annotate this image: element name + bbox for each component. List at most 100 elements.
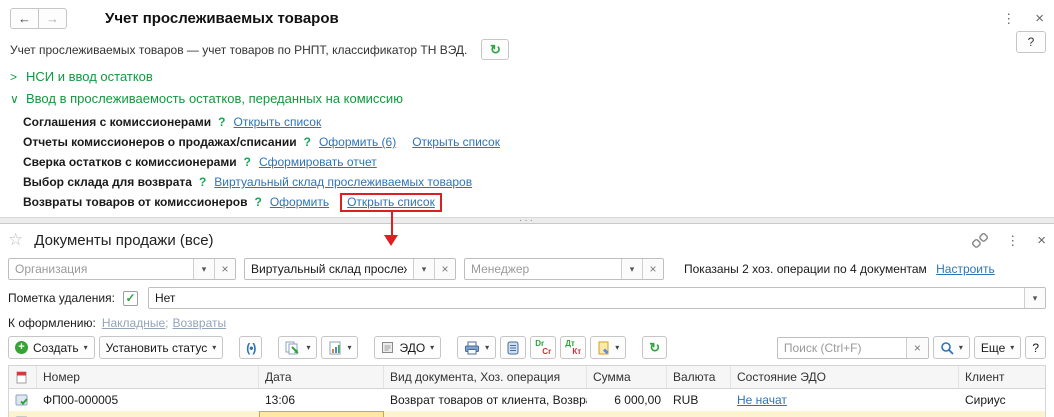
cell-date-active[interactable]: 13:06 bbox=[259, 411, 384, 417]
section-label: Ввод в прослеживаемость остатков, переда… bbox=[26, 91, 403, 106]
top-window-controls: ⋮ × bbox=[1002, 11, 1044, 26]
column-header-date[interactable]: Дата bbox=[259, 366, 384, 388]
create-button[interactable]: + Создать ▾ bbox=[8, 336, 95, 359]
edo-icon bbox=[381, 341, 394, 354]
registry-list-icon bbox=[507, 341, 519, 355]
dropdown-icon[interactable]: ▾ bbox=[413, 259, 434, 279]
filter-row: ▾ × ▾ × ▾ × Показаны 2 хоз. операции по … bbox=[8, 258, 1046, 280]
attach-file-button[interactable]: ▾ bbox=[590, 336, 627, 359]
refresh-button[interactable]: ↻ bbox=[481, 39, 510, 60]
shown-summary: Показаны 2 хоз. операции по 4 документам… bbox=[684, 262, 995, 276]
dropdown-icon: ▾ bbox=[1010, 343, 1015, 352]
list-help-button[interactable]: ? bbox=[1025, 336, 1046, 359]
column-header-currency[interactable]: Валюта bbox=[667, 366, 731, 388]
section-commission[interactable]: ∨ Ввод в прослеживаемость остатков, пере… bbox=[0, 91, 1054, 106]
search-input[interactable] bbox=[777, 337, 906, 358]
document-chart-icon bbox=[328, 341, 342, 355]
help-button[interactable]: ? bbox=[1016, 31, 1046, 53]
task-label: Сверка остатков с комиссионерами bbox=[23, 155, 237, 169]
dtkt-postings-button[interactable]: Дт Кт bbox=[560, 336, 587, 359]
to-process-label: К оформлению: bbox=[8, 316, 96, 330]
edo-state-link[interactable]: Не начат bbox=[737, 393, 787, 407]
question-icon[interactable]: ? bbox=[199, 175, 206, 189]
warehouse-filter: ▾ × bbox=[244, 258, 456, 280]
virtual-warehouse-link[interactable]: Виртуальный склад прослеживаемых товаров bbox=[214, 175, 472, 189]
column-header-edo[interactable]: Состояние ЭДО bbox=[731, 366, 959, 388]
posted-doc-icon bbox=[9, 411, 37, 417]
clear-icon[interactable]: × bbox=[434, 259, 455, 279]
configure-link[interactable]: Настроить bbox=[936, 262, 995, 276]
process-link[interactable]: Оформить bbox=[270, 195, 329, 209]
returns-link[interactable]: Возвраты bbox=[172, 316, 226, 330]
question-icon[interactable]: ? bbox=[244, 155, 251, 169]
chevron-down-icon: ∨ bbox=[10, 91, 19, 106]
invoices-link[interactable]: Накладные bbox=[102, 316, 165, 330]
more-button[interactable]: Еще ▾ bbox=[973, 336, 1022, 359]
dropdown-icon: ▾ bbox=[485, 343, 490, 352]
cell-sum: 6 000,00 bbox=[614, 393, 661, 407]
list-toolbar: + Создать ▾ Установить статус ▾ (•) ▾ ▾ … bbox=[8, 336, 1046, 359]
deletion-mark-input[interactable] bbox=[148, 288, 1024, 308]
drcr-postings-button[interactable]: Dr Cr bbox=[530, 336, 557, 359]
doc-state-column-icon[interactable] bbox=[9, 366, 37, 388]
cell-date: 13:06 bbox=[265, 393, 296, 407]
warehouse-input[interactable] bbox=[245, 259, 413, 279]
set-status-button[interactable]: Установить статус ▾ bbox=[98, 336, 224, 359]
edo-button[interactable]: ЭДО ▾ bbox=[374, 336, 442, 359]
section-nsi[interactable]: > НСИ и ввод остатков bbox=[0, 69, 1054, 84]
favorite-star-icon[interactable]: ☆ bbox=[8, 230, 23, 250]
link-icon[interactable] bbox=[972, 232, 989, 248]
organization-input[interactable] bbox=[9, 259, 193, 279]
question-icon[interactable]: ? bbox=[218, 115, 225, 129]
more-label: Еще bbox=[980, 340, 1006, 355]
nav-buttons: ← → bbox=[10, 8, 67, 29]
process-link[interactable]: Оформить (6) bbox=[319, 135, 396, 149]
column-header-doctype[interactable]: Вид документа, Хоз. операция bbox=[384, 366, 587, 388]
kebab-menu-icon[interactable]: ⋮ bbox=[1002, 12, 1015, 25]
dropdown-icon[interactable]: ▾ bbox=[621, 259, 642, 279]
back-button[interactable]: ← bbox=[10, 8, 39, 29]
kebab-menu-icon[interactable]: ⋮ bbox=[1006, 234, 1019, 247]
registry-button[interactable] bbox=[500, 336, 527, 359]
discussion-button[interactable]: (•) bbox=[239, 336, 263, 359]
chevron-right-icon: > bbox=[10, 69, 18, 84]
clear-icon[interactable]: × bbox=[642, 259, 663, 279]
dropdown-icon[interactable]: ▾ bbox=[1024, 288, 1045, 308]
list-title: Документы продажи (все) bbox=[34, 231, 214, 249]
close-icon[interactable]: × bbox=[1037, 233, 1046, 248]
bottom-header: ☆ Документы продажи (все) ⋮ × bbox=[8, 228, 1046, 252]
column-header-client[interactable]: Клиент bbox=[959, 366, 1045, 388]
question-icon[interactable]: ? bbox=[304, 135, 311, 149]
manager-input[interactable] bbox=[465, 259, 621, 279]
forward-button[interactable]: → bbox=[38, 8, 67, 29]
open-list-link[interactable]: Открыть список bbox=[234, 115, 322, 129]
table-row[interactable]: ФП00-000005 13:06 Возврат товаров от кли… bbox=[9, 389, 1045, 411]
deletion-mark-checkbox[interactable]: ✓ bbox=[122, 290, 138, 306]
column-header-sum[interactable]: Сумма bbox=[587, 366, 667, 388]
refresh-list-button[interactable]: ↻ bbox=[642, 336, 668, 359]
panel-splitter[interactable]: ··· bbox=[0, 215, 1054, 225]
create-based-on-button[interactable]: ▾ bbox=[278, 336, 318, 359]
cell-number: ФП00-000005 bbox=[43, 393, 119, 407]
open-list-link[interactable]: Открыть список bbox=[412, 135, 500, 149]
column-header-number[interactable]: Номер bbox=[37, 366, 259, 388]
close-icon[interactable]: × bbox=[1035, 11, 1044, 26]
dropdown-icon: ▾ bbox=[430, 343, 435, 352]
reports-button[interactable]: ▾ bbox=[321, 336, 359, 359]
clear-icon[interactable]: × bbox=[214, 259, 235, 279]
question-icon[interactable]: ? bbox=[254, 195, 261, 209]
clear-search-icon[interactable]: × bbox=[905, 337, 928, 358]
file-icon bbox=[597, 341, 610, 355]
print-button[interactable]: ▾ bbox=[457, 336, 497, 359]
task-label: Возвраты товаров от комиссионеров bbox=[23, 195, 248, 209]
dropdown-icon[interactable]: ▾ bbox=[193, 259, 214, 279]
dropdown-icon: ▾ bbox=[83, 343, 88, 352]
advanced-search-button[interactable]: ▾ bbox=[932, 336, 970, 359]
table-row-selected[interactable]: ФВ00-000015 13:06 Возврат товаров от кли… bbox=[9, 411, 1045, 417]
help-label: ? bbox=[1032, 340, 1039, 355]
generate-report-link[interactable]: Сформировать отчет bbox=[259, 155, 377, 169]
summary-text: Показаны 2 хоз. операции по 4 документам bbox=[684, 262, 927, 276]
cr-label: Cr bbox=[542, 347, 552, 356]
open-list-link-highlighted[interactable]: Открыть список bbox=[347, 195, 435, 209]
section-label: НСИ и ввод остатков bbox=[26, 69, 153, 84]
